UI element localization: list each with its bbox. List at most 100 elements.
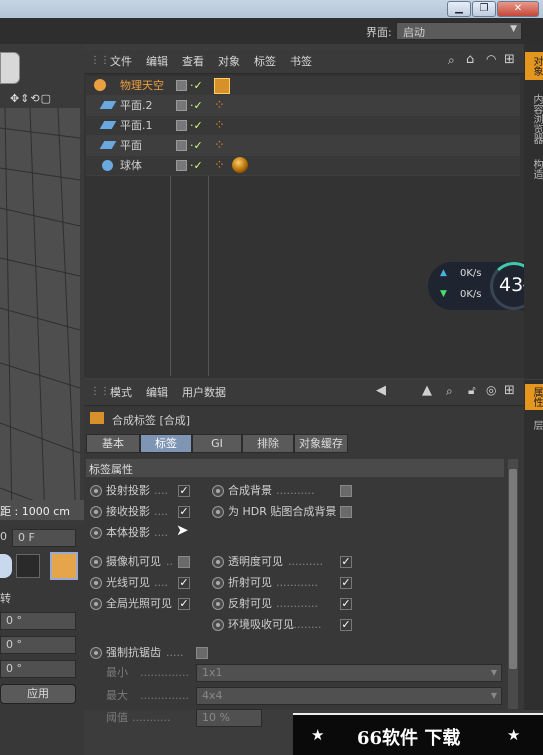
tab-object-cache[interactable]: 对象缓存 [294, 434, 348, 453]
rotation-field-3[interactable]: 0 ° [0, 660, 76, 678]
menu-objects[interactable]: 对象 [218, 52, 240, 72]
cursor-up-icon[interactable]: ▲ [422, 383, 432, 398]
search-icon[interactable]: ⌕ [448, 53, 455, 68]
property-checkbox[interactable]: ✓ [340, 577, 352, 589]
animate-radio[interactable] [212, 485, 224, 497]
viewport-nav-icons[interactable]: ✥⇕⟲▢ [10, 92, 52, 105]
animate-radio[interactable] [212, 598, 224, 610]
enabled-check-icon[interactable]: ·✓ [190, 139, 203, 152]
scrollbar-thumb[interactable] [509, 469, 517, 669]
threshold-field[interactable]: 10 % [196, 709, 262, 727]
object-row[interactable]: 球体 ·✓ ⁘ [86, 156, 520, 176]
tab-layers[interactable]: 层 [525, 416, 543, 434]
property-checkbox[interactable]: ✓ [178, 485, 190, 497]
visibility-toggle[interactable] [176, 100, 187, 111]
property-checkbox[interactable] [196, 647, 208, 659]
tab-tag[interactable]: 标签 [140, 434, 192, 453]
playback-icon[interactable] [0, 554, 12, 578]
menu-bookmarks[interactable]: 书签 [290, 52, 312, 72]
new-window-icon[interactable]: ⊞ [504, 52, 515, 67]
animate-radio[interactable] [212, 556, 224, 568]
lock-icon[interactable]: 🔓︎ [468, 383, 476, 398]
animate-radio[interactable] [90, 527, 102, 539]
object-name: 平面.2 [120, 99, 153, 112]
window-titlebar: ▁ ❐ ✕ [0, 0, 543, 18]
max-select[interactable]: 4x4 ▼ [196, 687, 502, 705]
clapper-tag-icon[interactable] [214, 78, 230, 94]
property-checkbox[interactable] [340, 506, 352, 518]
enabled-check-icon[interactable]: ·✓ [190, 99, 203, 112]
minimize-button[interactable]: ▁ [447, 1, 471, 17]
object-row[interactable]: 平面 ·✓ ⁘ [86, 136, 520, 156]
visibility-toggle[interactable] [176, 80, 187, 91]
visibility-toggle[interactable] [176, 160, 187, 171]
visibility-toggle[interactable] [176, 120, 187, 131]
new-window-icon[interactable]: ⊞ [504, 383, 515, 398]
target-icon[interactable]: ◎ [486, 383, 496, 397]
property-label: 为 HDR 贴图合成背景 [228, 505, 337, 518]
menu-mode[interactable]: 模式 [110, 383, 132, 403]
section-header: 标签属性 [86, 459, 504, 477]
tab-basic[interactable]: 基本 [86, 434, 140, 453]
animate-radio[interactable] [90, 647, 102, 659]
animate-radio[interactable] [212, 619, 224, 631]
frame-field[interactable]: 0 F [12, 529, 76, 547]
eye-icon[interactable]: ◠ [486, 52, 496, 66]
layout-select[interactable]: 启动 ▼ [396, 22, 522, 40]
property-checkbox[interactable] [340, 485, 352, 497]
enabled-check-icon[interactable]: ·✓ [190, 159, 203, 172]
menu-edit[interactable]: 编辑 [146, 383, 168, 403]
animate-radio[interactable] [90, 506, 102, 518]
rotation-field-2[interactable]: 0 ° [0, 636, 76, 654]
property-checkbox[interactable] [178, 556, 190, 568]
tab-exclusion[interactable]: 排除 [242, 434, 294, 453]
property-checkbox[interactable]: ✓ [340, 619, 352, 631]
property-checkbox[interactable]: ✓ [340, 598, 352, 610]
menu-edit[interactable]: 编辑 [146, 52, 168, 72]
tab-gi[interactable]: GI [192, 434, 242, 453]
material-dots-icon[interactable]: ⁘ [214, 98, 225, 113]
enabled-check-icon[interactable]: ·✓ [190, 79, 203, 92]
visibility-toggle[interactable] [176, 140, 187, 151]
light-bulb-icon[interactable] [0, 52, 20, 84]
menu-tags[interactable]: 标签 [254, 52, 276, 72]
viewport-canvas[interactable] [0, 108, 80, 520]
animate-radio[interactable] [90, 485, 102, 497]
object-row[interactable]: 平面.1 ·✓ ⁘ [86, 116, 520, 136]
tab-content-browser[interactable]: 内容浏览器 [525, 88, 543, 150]
animate-radio[interactable] [212, 506, 224, 518]
property-checkbox[interactable]: ✓ [178, 598, 190, 610]
animate-radio[interactable] [90, 577, 102, 589]
menu-view[interactable]: 查看 [182, 52, 204, 72]
property-checkbox[interactable]: ✓ [178, 506, 190, 518]
material-dots-icon[interactable]: ⁘ [214, 158, 225, 173]
search-icon[interactable]: ⌕ [446, 384, 453, 399]
menu-user-data[interactable]: 用户数据 [182, 383, 226, 403]
close-button[interactable]: ✕ [497, 1, 539, 17]
property-checkbox[interactable]: ✓ [178, 577, 190, 589]
back-arrow-icon[interactable]: ◀ [376, 383, 386, 398]
film-strip-icon[interactable] [50, 552, 78, 580]
menu-file[interactable]: 文件 [110, 52, 132, 72]
material-dots-icon[interactable]: ⁘ [214, 118, 225, 133]
object-row[interactable]: 物理天空 ·✓ [86, 76, 520, 96]
property-label: 反射可见 [228, 597, 272, 610]
home-icon[interactable]: ⌂ [466, 52, 474, 67]
animate-radio[interactable] [90, 598, 102, 610]
animate-radio[interactable] [212, 577, 224, 589]
tab-structure[interactable]: 构造 [525, 154, 543, 184]
tab-objects[interactable]: 对象 [525, 52, 543, 80]
rotation-field-1[interactable]: 0 ° [0, 612, 76, 630]
property-checkbox[interactable]: ✓ [340, 556, 352, 568]
animate-radio[interactable] [90, 556, 102, 568]
material-ball-icon[interactable] [232, 157, 248, 173]
object-row[interactable]: 平面.2 ·✓ ⁘ [86, 96, 520, 116]
restore-button[interactable]: ❐ [472, 1, 496, 17]
tab-attributes[interactable]: 属性 [525, 384, 543, 410]
scrollbar[interactable] [508, 459, 518, 709]
min-select[interactable]: 1x1 ▼ [196, 664, 502, 682]
enabled-check-icon[interactable]: ·✓ [190, 119, 203, 132]
material-dots-icon[interactable]: ⁘ [214, 138, 225, 153]
keyframe-dots-icon[interactable] [16, 554, 40, 578]
apply-button[interactable]: 应用 [0, 684, 76, 704]
